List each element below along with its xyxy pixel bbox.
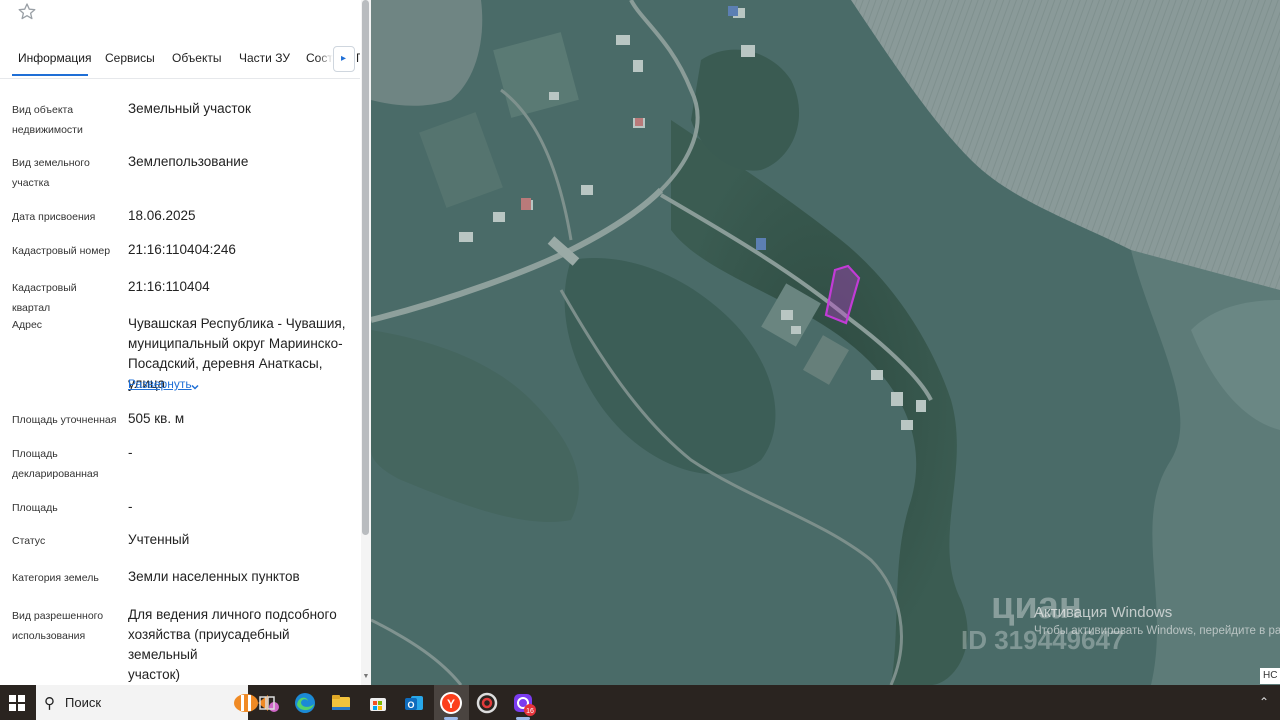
value-assign-date: 18.06.2025: [128, 208, 196, 223]
svg-text:16: 16: [526, 708, 534, 715]
windows-activation-text: Чтобы активировать Windows, перейдите в …: [1034, 625, 1280, 637]
value-cadastral-quarter[interactable]: 21:16:110404: [128, 277, 356, 297]
windows-taskbar: ⚲ Поиск O Y 16 ⌃: [0, 685, 1280, 720]
label-object-type: Вид объекта недвижимости: [12, 104, 83, 136]
map-corner-badge[interactable]: НС: [1260, 668, 1280, 684]
chevron-up-icon[interactable]: ⌃: [1259, 695, 1269, 709]
label-cadastral-number: Кадастровый номер: [12, 245, 111, 257]
tab-next-partial[interactable]: Г: [356, 51, 360, 65]
label-cadastral-quarter: Кадастровый квартал: [12, 282, 77, 314]
tabs-scroll-button[interactable]: ▸: [333, 46, 355, 72]
satellite-map[interactable]: циан ID 319449647 Активация Windows Чтоб…: [371, 0, 1280, 685]
search-icon: ⚲: [44, 695, 55, 712]
windows-activation-title: Активация Windows: [1034, 604, 1173, 621]
tab-information[interactable]: Информация: [18, 51, 91, 65]
label-area-declared: Площадь декларированная: [12, 448, 99, 480]
value-status: Учтенный: [128, 532, 190, 547]
label-land-category: Категория земель: [12, 572, 99, 584]
taskbar-search-box[interactable]: ⚲ Поиск: [36, 685, 279, 720]
panel-scrollbar-thumb[interactable]: [362, 0, 369, 535]
tab-objects[interactable]: Объекты: [172, 51, 222, 65]
tab-bar: Информация Сервисы Объекты Части ЗУ Сост…: [0, 45, 360, 79]
map-imagery: [371, 0, 1280, 685]
chevron-right-icon: ▸: [341, 53, 347, 64]
value-permitted-use: Для ведения личного подсобного хозяйства …: [128, 607, 337, 682]
task-view-icon[interactable]: [254, 690, 280, 716]
label-permitted-use: Вид разрешенного использования: [12, 610, 104, 642]
expand-address-link[interactable]: Развернуть: [128, 377, 192, 391]
yandex-browser-icon[interactable]: Y: [438, 690, 464, 716]
file-explorer-icon[interactable]: [328, 690, 354, 716]
label-assign-date: Дата присвоения: [12, 211, 96, 223]
info-panel: Информация Сервисы Объекты Части ЗУ Сост…: [0, 0, 371, 685]
ccleaner-icon[interactable]: [474, 690, 500, 716]
value-area: -: [128, 499, 133, 514]
active-tab-indicator: [12, 74, 88, 76]
label-address: Адрес: [12, 319, 43, 331]
value-area-specified: 505 кв. м: [128, 411, 185, 426]
svg-text:Y: Y: [447, 697, 455, 711]
app-with-badge-icon[interactable]: 16: [511, 690, 537, 716]
svg-text:O: O: [407, 700, 414, 710]
value-object-type: Земельный участок: [128, 101, 251, 116]
edge-icon[interactable]: [292, 690, 318, 716]
tab-services[interactable]: Сервисы: [105, 51, 155, 65]
scroll-down-arrow-icon[interactable]: ▼: [362, 673, 370, 681]
tab-fade: [318, 46, 333, 74]
label-parcel-type: Вид земельного участка: [12, 157, 90, 189]
star-outline-icon[interactable]: [17, 2, 37, 22]
outlook-icon[interactable]: O: [401, 690, 427, 716]
label-area: Площадь: [12, 502, 58, 514]
label-area-specified: Площадь уточненная: [12, 414, 117, 426]
value-cadastral-number[interactable]: 21:16:110404:246: [128, 240, 356, 260]
chevron-down-icon[interactable]: [190, 379, 200, 390]
windows-logo-icon[interactable]: [9, 695, 25, 711]
value-area-declared: -: [128, 445, 133, 460]
microsoft-store-icon[interactable]: [365, 690, 391, 716]
label-status: Статус: [12, 535, 46, 547]
value-land-category: Земли населенных пунктов: [128, 569, 300, 584]
search-placeholder: Поиск: [65, 695, 102, 710]
value-parcel-type: Землепользование: [128, 154, 249, 169]
screen: Информация Сервисы Объекты Части ЗУ Сост…: [0, 0, 1280, 720]
tab-parts[interactable]: Части ЗУ: [239, 51, 290, 65]
